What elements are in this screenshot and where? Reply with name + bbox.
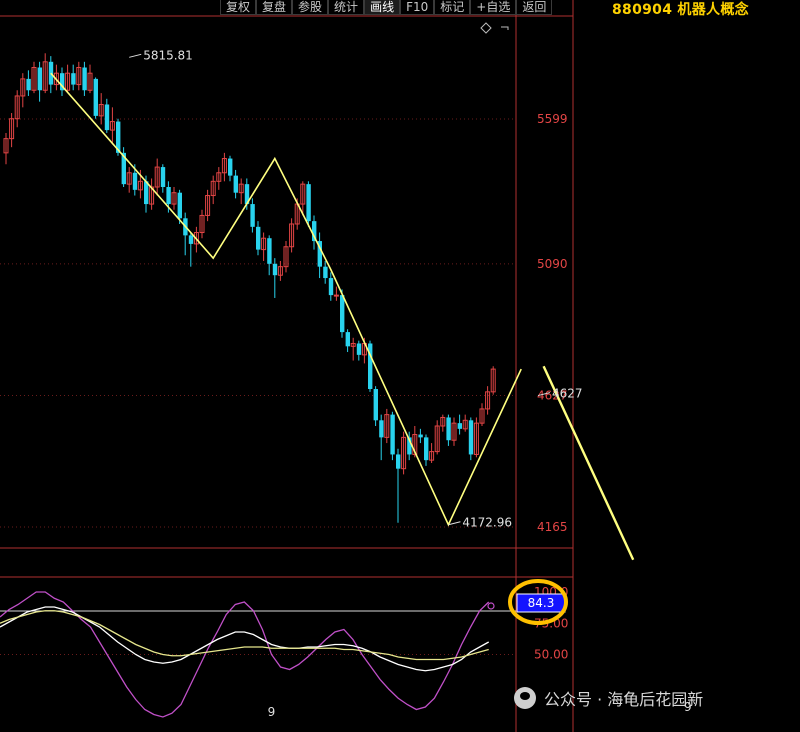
price-annotation: 5815.81 (143, 48, 193, 62)
toolbar-button-3[interactable]: 统计 (328, 0, 365, 15)
candle-body (333, 294, 339, 297)
candle-body (396, 454, 401, 469)
candle-body (233, 175, 238, 193)
diamond-icon (480, 22, 492, 34)
candle-body (340, 295, 345, 333)
candle-body (267, 238, 272, 264)
candle-body (306, 184, 311, 222)
candle-body (160, 167, 166, 187)
watermark-text: 公众号 · 海龟后花园新 (544, 690, 704, 709)
candle-body (166, 187, 171, 205)
candle-body (468, 420, 474, 455)
toolbar: 复权 复盘 参股 统计 画线 F10 标记 +自选 返回 (220, 0, 553, 15)
toolbar-button-5[interactable]: F10 (400, 0, 435, 15)
trendline (50, 72, 522, 527)
price-tick-label: 5090 (537, 257, 568, 271)
candle-body (250, 204, 255, 227)
annotation-leader (129, 53, 142, 58)
candle-body (132, 172, 138, 190)
candle-body (345, 332, 350, 347)
indicator-endpoint (487, 602, 495, 610)
wechat-icon (514, 687, 536, 709)
corner-icon (501, 26, 509, 30)
candle-body (457, 423, 462, 429)
toolbar-button-7[interactable]: +自选 (470, 0, 517, 15)
candle-body (177, 192, 182, 219)
candle-body (188, 235, 194, 244)
candle-body (228, 158, 233, 176)
candle-body (446, 417, 451, 441)
toolbar-button-8[interactable]: 返回 (516, 0, 553, 15)
candle-body (272, 263, 278, 276)
candle-body (328, 278, 334, 296)
candle-body (390, 414, 395, 455)
candle-body (323, 266, 328, 279)
toolbar-button-0[interactable]: 复权 (220, 0, 257, 15)
candle-body (26, 78, 31, 91)
toolbar-button-2[interactable]: 参股 (292, 0, 329, 15)
candle-body (82, 67, 87, 91)
candlestick-chart: 55995090462741655815.814172.964627100.07… (0, 0, 692, 732)
candle-body (93, 78, 98, 116)
toolbar-button-1[interactable]: 复盘 (256, 0, 293, 15)
candle-body (71, 73, 76, 85)
candle-body (37, 67, 42, 91)
price-tick-label: 5599 (537, 112, 568, 126)
toolbar-button-4[interactable]: 画线 (364, 0, 401, 15)
candle-body (356, 343, 362, 355)
candle-body (373, 389, 378, 421)
candle-body (379, 420, 384, 438)
indicator-tick-label: 50.00 (534, 648, 568, 662)
indicator-label: 9 (268, 705, 276, 719)
candle-body (104, 104, 110, 131)
price-annotation: 4172.96 (462, 516, 512, 530)
instrument-title: 880904 机器人概念 (612, 2, 749, 18)
candle-body (424, 437, 429, 461)
price-tick-label: 4165 (537, 520, 568, 534)
indicator-series-line (0, 610, 489, 661)
price-annotation: 4627 (552, 387, 583, 401)
indicator-current-value: 84.3 (528, 596, 555, 610)
indicator-series-line (0, 606, 490, 672)
watermark: 公众号 · 海龟后花园新 (514, 686, 703, 710)
candle-body (418, 434, 423, 438)
candle-body (256, 226, 261, 250)
toolbar-button-6[interactable]: 标记 (434, 0, 471, 15)
